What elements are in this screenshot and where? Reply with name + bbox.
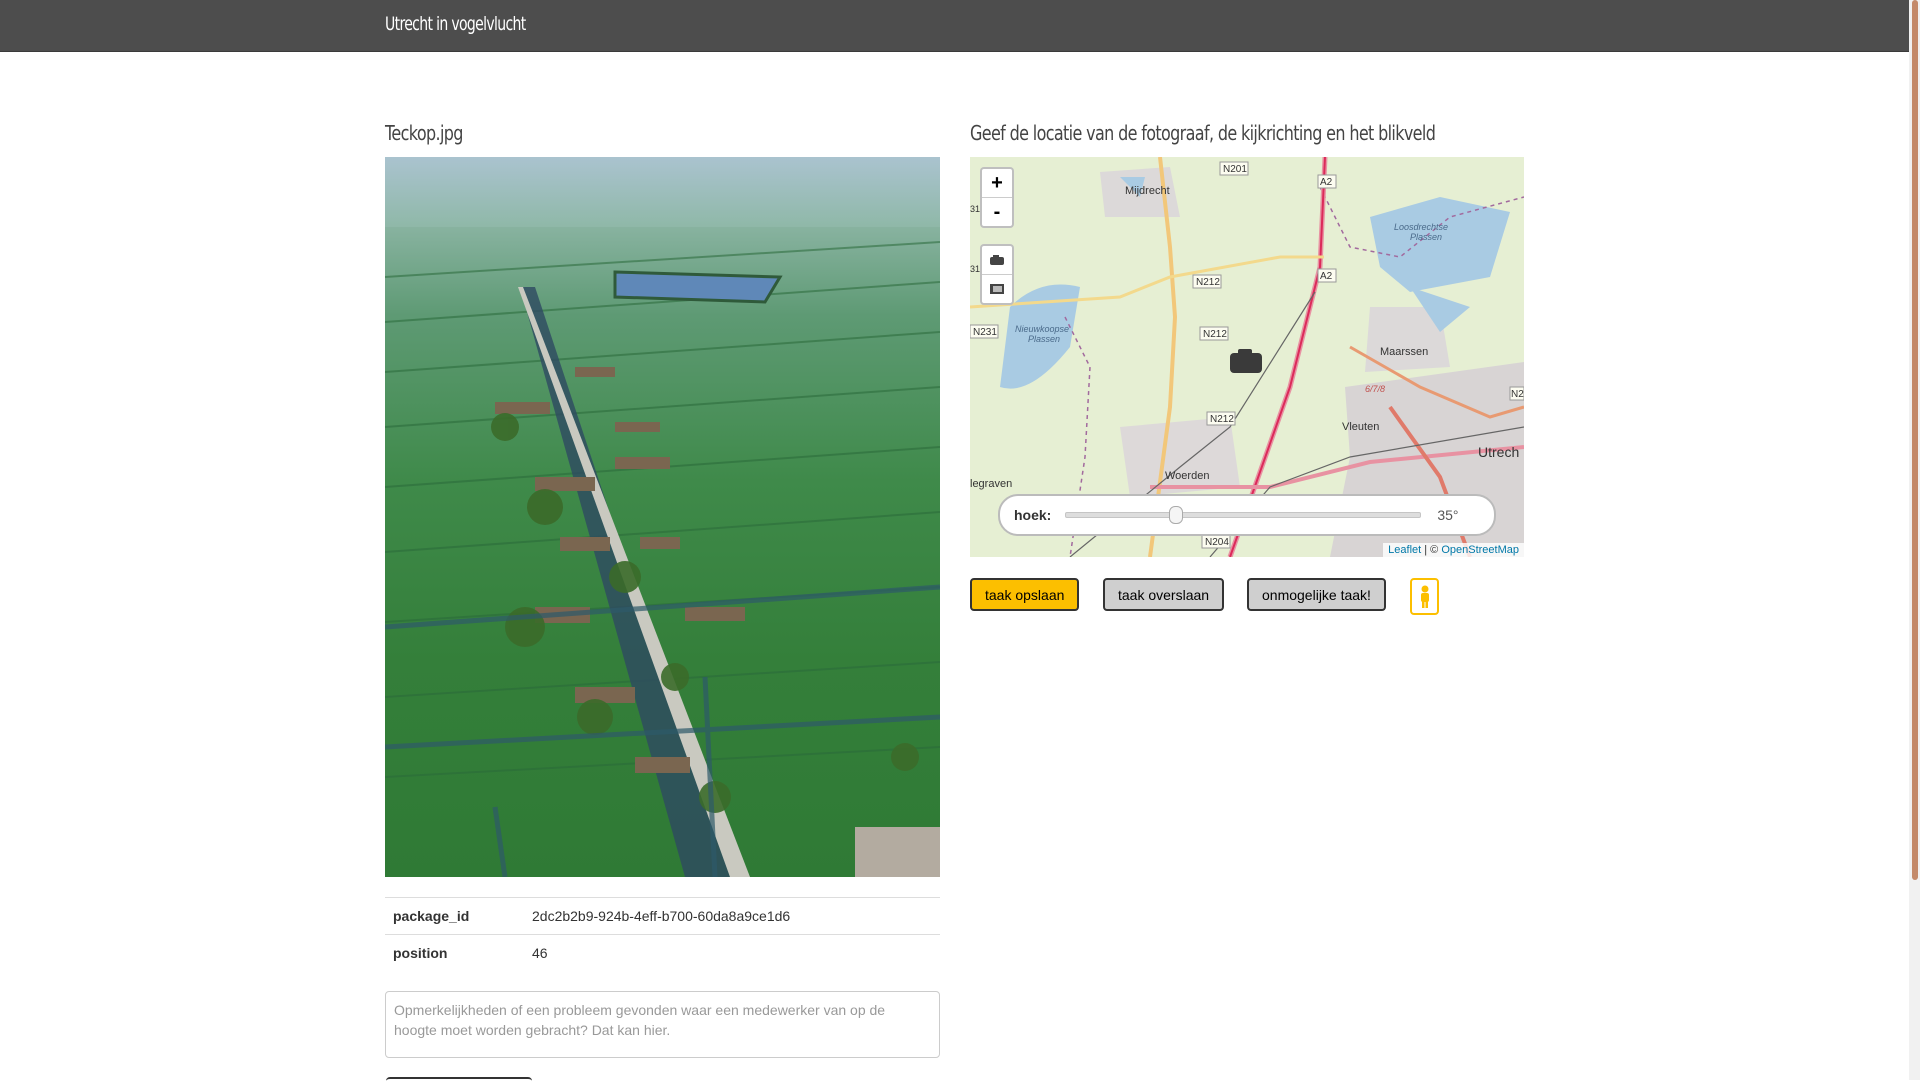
aerial-photo <box>385 157 940 877</box>
zoom-control: + - <box>980 167 1014 228</box>
svg-text:Nieuwkoopse: Nieuwkoopse <box>1015 324 1069 334</box>
angle-slider[interactable] <box>1065 506 1422 524</box>
openstreetmap-link[interactable]: OpenStreetMap <box>1441 544 1519 556</box>
pegman-icon <box>1420 585 1429 608</box>
svg-text:N212: N212 <box>1203 329 1227 340</box>
angle-control: hoek: 35° <box>998 494 1496 536</box>
streetview-pegman-button[interactable] <box>1410 578 1439 615</box>
meta-key: position <box>385 934 524 971</box>
layer-control <box>980 244 1014 305</box>
angle-slider-handle[interactable] <box>1168 506 1183 524</box>
task-metadata-table: package_id 2dc2b2b9-924b-4eff-b700-60da8… <box>385 897 940 971</box>
svg-text:N212: N212 <box>1196 277 1220 288</box>
partially-visible-button[interactable] <box>386 1077 532 1085</box>
attribution-separator: | © <box>1421 544 1442 556</box>
meta-value: 46 <box>524 934 940 971</box>
table-row: package_id 2dc2b2b9-924b-4eff-b700-60da8… <box>385 897 940 935</box>
angle-value: 35° <box>1437 507 1459 523</box>
app-title[interactable]: Utrecht in vogelvlucht <box>385 13 526 35</box>
skip-task-button[interactable]: taak overslaan <box>1103 578 1225 611</box>
svg-text:Vleuten: Vleuten <box>1342 421 1379 433</box>
zoom-in-button[interactable]: + <box>982 169 1012 198</box>
svg-text:A2: A2 <box>1320 271 1333 282</box>
svg-text:N212: N212 <box>1210 414 1234 425</box>
zoom-out-button[interactable]: - <box>982 198 1012 226</box>
svg-text:A2: A2 <box>1320 177 1333 188</box>
angle-label: hoek: <box>1014 507 1052 523</box>
svg-text:Utrech: Utrech <box>1478 444 1519 460</box>
svg-text:N2: N2 <box>1511 389 1524 400</box>
map-attribution: Leaflet | © OpenStreetMap <box>1383 543 1524 557</box>
remarks-textarea[interactable] <box>385 991 940 1058</box>
camera-layer-button[interactable] <box>982 246 1012 275</box>
svg-text:31: 31 <box>970 204 980 214</box>
leaflet-link[interactable]: Leaflet <box>1388 544 1421 556</box>
svg-text:Plassen: Plassen <box>1410 232 1442 242</box>
top-navbar: Utrecht in vogelvlucht <box>0 0 1909 52</box>
meta-value: 2dc2b2b9-924b-4eff-b700-60da8a9ce1d6 <box>524 897 940 935</box>
svg-text:Loosdrechtse: Loosdrechtse <box>1394 222 1448 232</box>
svg-text:N201: N201 <box>1223 164 1247 175</box>
svg-text:legraven: legraven <box>970 478 1012 490</box>
map-instruction-title: Geef de locatie van de fotograaf, de kij… <box>970 121 1436 145</box>
save-task-button[interactable]: taak opslaan <box>970 578 1080 611</box>
table-row: position 46 <box>385 934 940 971</box>
photo-filename-title: Teckop.jpg <box>385 121 463 145</box>
svg-text:31: 31 <box>970 264 980 274</box>
svg-text:Plassen: Plassen <box>1028 334 1060 344</box>
scrollbar-thumb[interactable] <box>1912 0 1918 880</box>
svg-text:N204: N204 <box>1205 537 1229 548</box>
svg-text:6/7/8: 6/7/8 <box>1365 384 1385 394</box>
meta-key: package_id <box>385 897 524 935</box>
frame-icon <box>990 284 1004 294</box>
svg-text:Maarssen: Maarssen <box>1380 346 1428 358</box>
location-map[interactable]: Mijdrecht Loosdrechtse Plassen Nieuwkoop… <box>970 157 1524 557</box>
viewfield-layer-button[interactable] <box>982 275 1012 303</box>
svg-text:Woerden: Woerden <box>1165 470 1209 482</box>
map-label-mijdrecht: Mijdrecht <box>1125 185 1170 197</box>
impossible-task-button[interactable]: onmogelijke taak! <box>1247 578 1386 611</box>
svg-text:N231: N231 <box>973 327 997 338</box>
camera-icon <box>990 255 1004 265</box>
camera-marker-icon[interactable] <box>1228 347 1264 375</box>
